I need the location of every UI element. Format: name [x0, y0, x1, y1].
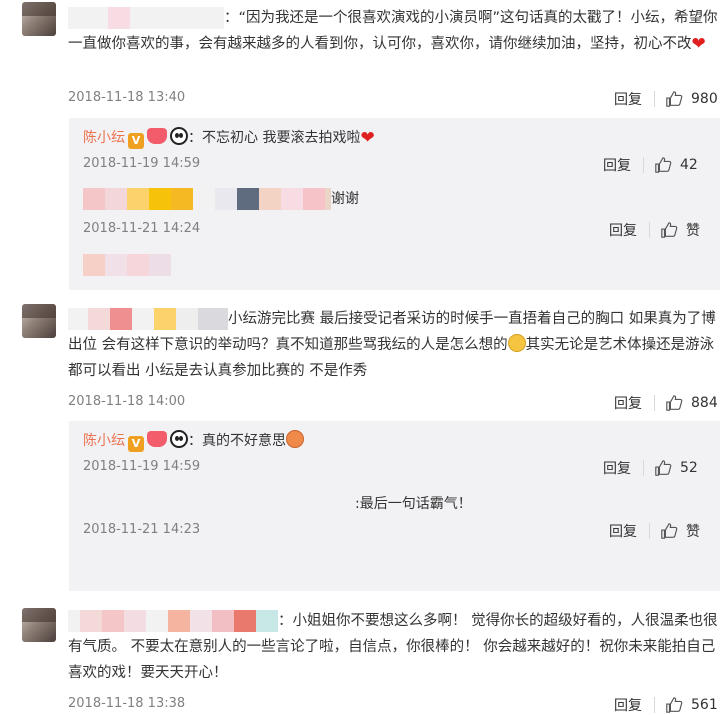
- reply-1: 陈小纭 V ：不忘初心 我要滚去拍戏啦❤: [83, 127, 375, 149]
- member-crown-icon: [147, 431, 167, 447]
- like-thumb-icon[interactable]: [654, 459, 672, 477]
- like-thumb-icon[interactable]: [660, 522, 678, 540]
- divider: [649, 222, 650, 238]
- reply-2: :最后一句话霸气！: [83, 493, 472, 515]
- reply-actions: 回复 赞: [609, 220, 700, 240]
- avatar[interactable]: [22, 608, 56, 642]
- blurred-username[interactable]: [68, 610, 278, 632]
- like-count: 884: [691, 395, 718, 411]
- verified-badge-icon: V: [128, 436, 144, 452]
- reply-2: 谢谢: [83, 188, 359, 210]
- blurred-reply-preview: [83, 254, 193, 276]
- panda-icon: [170, 127, 188, 145]
- reply-actions: 回复 42: [603, 155, 698, 175]
- comment-actions: 回复 884: [614, 393, 718, 413]
- like-thumb-icon[interactable]: [665, 696, 683, 714]
- like-count: 561: [691, 697, 718, 713]
- blurred-username[interactable]: [83, 493, 355, 515]
- like-count: 赞: [686, 524, 700, 540]
- like-count: 980: [691, 91, 718, 107]
- panda-icon: [170, 430, 188, 448]
- comment-time: 2018-11-18 14:00: [68, 394, 186, 409]
- reply-time: 2018-11-21 14:23: [83, 522, 201, 537]
- verified-badge-icon: V: [128, 133, 144, 149]
- like-thumb-icon[interactable]: [665, 90, 683, 108]
- comment-text: 小纭游完比赛 最后接受记者采访的时候手一直捂着自己的胸口 如果真为了博出位 会有…: [68, 306, 720, 384]
- comment-text: ：“因为我还是一个很喜欢演戏的小演员啊”这句话真的太戳了！小纭，希望你一直做你喜…: [68, 5, 720, 57]
- like-count: 42: [680, 157, 698, 173]
- avatar[interactable]: [22, 2, 56, 36]
- reply-button[interactable]: 回复: [614, 393, 642, 413]
- divider: [654, 91, 655, 107]
- like-count: 赞: [686, 223, 700, 239]
- blurred-username[interactable]: [68, 308, 228, 330]
- awkward-emoji-icon: [286, 430, 304, 448]
- reply-actions: 回复 52: [603, 458, 698, 478]
- avatar[interactable]: [22, 304, 56, 338]
- like-thumb-icon[interactable]: [660, 221, 678, 239]
- like-count: 52: [680, 460, 698, 476]
- like-thumb-icon[interactable]: [654, 156, 672, 174]
- reply-button[interactable]: 回复: [603, 155, 631, 175]
- blurred-username[interactable]: [83, 188, 331, 210]
- heart-emoji-icon: ❤: [360, 128, 375, 148]
- comment-actions: 回复 980: [614, 89, 718, 109]
- thinking-emoji-icon: [507, 334, 526, 352]
- divider: [654, 395, 655, 411]
- reply-box: 陈小纭 V ：真的不好意思 2018-11-19 14:59 回复 52 :最后一句…: [69, 421, 720, 591]
- divider: [654, 697, 655, 713]
- member-crown-icon: [147, 128, 167, 144]
- reply-time: 2018-11-19 14:59: [83, 156, 201, 171]
- reply-button[interactable]: 回复: [614, 89, 642, 109]
- reply-time: 2018-11-19 14:59: [83, 459, 201, 474]
- divider: [643, 460, 644, 476]
- reply-button[interactable]: 回复: [609, 220, 637, 240]
- reply-actions: 回复 赞: [609, 521, 700, 541]
- comment-time: 2018-11-18 13:40: [68, 90, 186, 105]
- reply-author[interactable]: 陈小纭: [83, 130, 125, 146]
- comment-text: ：小姐姐你不要想这么多啊！ 觉得你长的超级好看的，人很温柔也很有气质。 不要太在…: [68, 608, 720, 686]
- divider: [649, 523, 650, 539]
- comment-actions: 回复 561: [614, 695, 718, 715]
- reply-button[interactable]: 回复: [614, 695, 642, 715]
- comment-time: 2018-11-18 13:38: [68, 696, 186, 711]
- reply-author[interactable]: 陈小纭: [83, 433, 125, 449]
- reply-box: 陈小纭 V ：不忘初心 我要滚去拍戏啦❤ 2018-11-19 14:59 回复 4…: [69, 118, 720, 290]
- divider: [643, 157, 644, 173]
- reply-button[interactable]: 回复: [609, 521, 637, 541]
- like-thumb-icon[interactable]: [665, 394, 683, 412]
- reply-button[interactable]: 回复: [603, 458, 631, 478]
- blurred-username[interactable]: [68, 7, 224, 29]
- reply-time: 2018-11-21 14:24: [83, 221, 201, 236]
- heart-emoji-icon: ❤: [691, 34, 706, 54]
- reply-1: 陈小纭 V ：真的不好意思: [83, 430, 304, 452]
